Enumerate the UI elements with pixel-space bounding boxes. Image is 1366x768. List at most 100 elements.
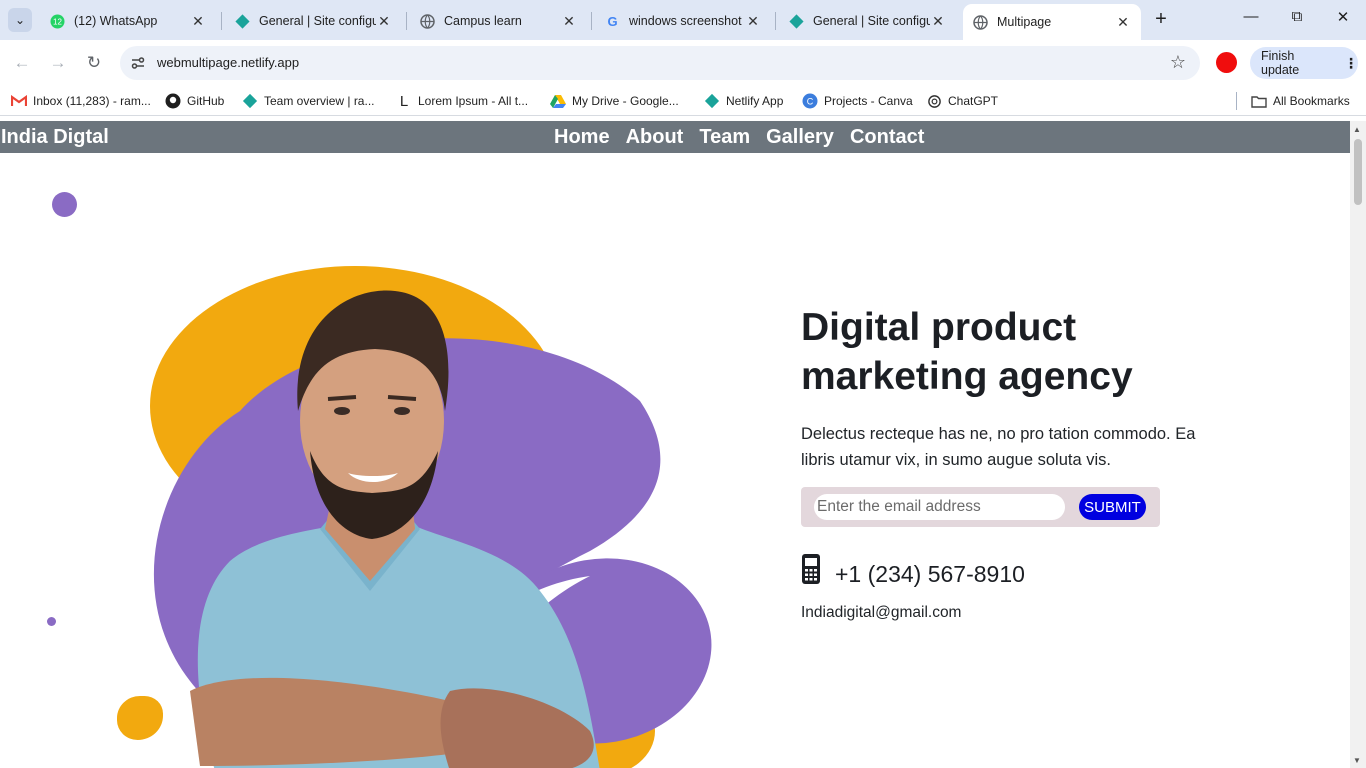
bookmark-team-overview[interactable]: Team overview | ra...: [242, 92, 374, 110]
nav-link-team[interactable]: Team: [699, 126, 750, 149]
bookmark-label: Netlify App: [726, 94, 784, 108]
tab-separator: [591, 12, 592, 30]
folder-icon: [1251, 93, 1267, 109]
tab-windows-screenshot[interactable]: G windows screenshot ✕: [595, 6, 771, 36]
tab-title: Campus learn: [444, 14, 522, 28]
tab-separator: [775, 12, 776, 30]
gmail-icon: [11, 93, 27, 109]
bookmark-lorem-ipsum[interactable]: L Lorem Ipsum - All t...: [396, 92, 528, 110]
bookmark-github[interactable]: GitHub: [165, 92, 224, 110]
drive-icon: [550, 93, 566, 109]
minimize-icon: —: [1243, 8, 1259, 25]
tab-title: windows screenshot: [629, 14, 742, 28]
tab-site-config-2[interactable]: General | Site configu ✕: [779, 6, 956, 36]
restore-button[interactable]: ⧉: [1285, 8, 1309, 32]
phone-number: +1 (234) 567-8910: [835, 561, 1025, 587]
tab-search-button[interactable]: ⌄: [8, 8, 32, 32]
reload-button[interactable]: ↻: [82, 51, 106, 75]
forward-button[interactable]: →: [46, 51, 70, 75]
site-info-icon[interactable]: [129, 54, 147, 72]
scroll-up-icon[interactable]: ▲: [1353, 125, 1361, 134]
bookmark-label: Inbox (11,283) - ram...: [33, 94, 151, 108]
subscribe-form: SUBMIT: [801, 487, 1160, 527]
page-viewport: India Digtal Home About Team Gallery Con…: [0, 121, 1350, 768]
finish-update-button[interactable]: Finish update ⋮: [1250, 47, 1358, 79]
canva-icon: C: [802, 93, 818, 109]
chatgpt-icon: [926, 93, 942, 109]
netlify-icon: [789, 13, 804, 29]
restore-icon: ⧉: [1291, 8, 1303, 25]
email-input[interactable]: [814, 494, 1065, 520]
scroll-down-icon[interactable]: ▼: [1353, 756, 1361, 765]
svg-text:G: G: [607, 14, 617, 29]
all-bookmarks-button[interactable]: All Bookmarks: [1251, 92, 1350, 110]
tab-multipage[interactable]: Multipage ✕: [963, 4, 1141, 40]
nav-link-contact[interactable]: Contact: [850, 126, 924, 149]
close-icon[interactable]: ✕: [190, 13, 206, 30]
back-button[interactable]: ←: [10, 51, 34, 75]
tab-strip: ⌄ 12 (12) WhatsApp ✕ General | Site conf…: [0, 0, 1366, 40]
close-icon[interactable]: ✕: [1115, 14, 1131, 31]
lorem-icon: L: [399, 92, 409, 110]
bookmark-label: Lorem Ipsum - All t...: [418, 94, 529, 108]
phone-icon: [801, 553, 821, 590]
close-icon[interactable]: ✕: [561, 13, 577, 30]
bookmark-separator: [1236, 92, 1237, 110]
bookmark-star-icon[interactable]: ☆: [1170, 52, 1186, 73]
address-bar[interactable]: webmultipage.netlify.app ☆: [120, 46, 1200, 80]
tab-whatsapp[interactable]: 12 (12) WhatsApp ✕: [40, 6, 216, 36]
netlify-icon: [704, 93, 720, 109]
bookmark-label: My Drive - Google...: [572, 94, 679, 108]
finish-update-label: Finish update: [1261, 49, 1300, 77]
site-menu: Home About Team Gallery Contact: [554, 126, 924, 149]
nav-link-gallery[interactable]: Gallery: [766, 126, 834, 149]
nav-link-about[interactable]: About: [626, 126, 684, 149]
site-brand[interactable]: India Digtal: [1, 126, 109, 149]
bookmark-label: ChatGPT: [948, 94, 999, 108]
chevron-down-icon: ⌄: [14, 13, 26, 27]
more-menu-icon: ⋮: [1344, 54, 1358, 71]
netlify-icon: [235, 13, 250, 29]
all-bookmarks-label: All Bookmarks: [1273, 94, 1350, 108]
bookmark-label: GitHub: [187, 94, 225, 108]
close-window-button[interactable]: ✕: [1331, 8, 1355, 32]
submit-button[interactable]: SUBMIT: [1079, 494, 1146, 520]
tab-separator: [221, 12, 222, 30]
tab-site-config-1[interactable]: General | Site configu ✕: [225, 6, 402, 36]
whatsapp-icon: 12: [50, 14, 65, 29]
github-icon: [165, 93, 181, 109]
hero-illustration: [150, 266, 712, 768]
nav-link-home[interactable]: Home: [554, 126, 610, 149]
bookmark-my-drive[interactable]: My Drive - Google...: [550, 92, 679, 110]
close-icon[interactable]: ✕: [930, 13, 946, 30]
scroll-thumb[interactable]: [1354, 139, 1362, 205]
tab-title: (12) WhatsApp: [74, 14, 158, 28]
close-icon[interactable]: ✕: [376, 13, 392, 30]
close-icon[interactable]: ✕: [745, 13, 761, 30]
browser-toolbar: ← → ↻ webmultipage.netlify.app ☆: [0, 40, 1366, 86]
tab-title: Multipage: [997, 15, 1052, 29]
bookmark-chatgpt[interactable]: ChatGPT: [926, 92, 998, 110]
page-scrollbar[interactable]: ▲ ▼: [1350, 121, 1366, 768]
bookmark-label: Projects - Canva: [824, 94, 913, 108]
hero-description: Delectus recteque has ne, no pro tation …: [801, 425, 1196, 469]
tab-badge: 12: [53, 17, 62, 26]
new-tab-button[interactable]: +: [1150, 9, 1172, 31]
tab-title: General | Site configu: [259, 14, 376, 28]
profile-avatar[interactable]: [1216, 52, 1237, 73]
arrow-right-icon: →: [49, 53, 67, 72]
globe-icon: [973, 14, 988, 30]
site-navbar: India Digtal Home About Team Gallery Con…: [0, 121, 1350, 153]
minimize-button[interactable]: —: [1239, 8, 1263, 32]
hero-headline: Digital product marketing agency: [801, 306, 1133, 398]
svg-text:C: C: [807, 97, 814, 107]
close-icon: ✕: [1336, 9, 1350, 26]
reload-icon: ↻: [86, 53, 102, 72]
bookmark-netlify-app[interactable]: Netlify App: [704, 92, 783, 110]
url-text: webmultipage.netlify.app: [157, 55, 300, 70]
google-icon: G: [605, 14, 620, 29]
bookmark-inbox[interactable]: Inbox (11,283) - ram...: [11, 92, 151, 110]
bookmark-canva[interactable]: C Projects - Canva: [802, 92, 913, 110]
decor-dot-large: [52, 192, 77, 217]
tab-campus-learn[interactable]: Campus learn ✕: [410, 6, 587, 36]
